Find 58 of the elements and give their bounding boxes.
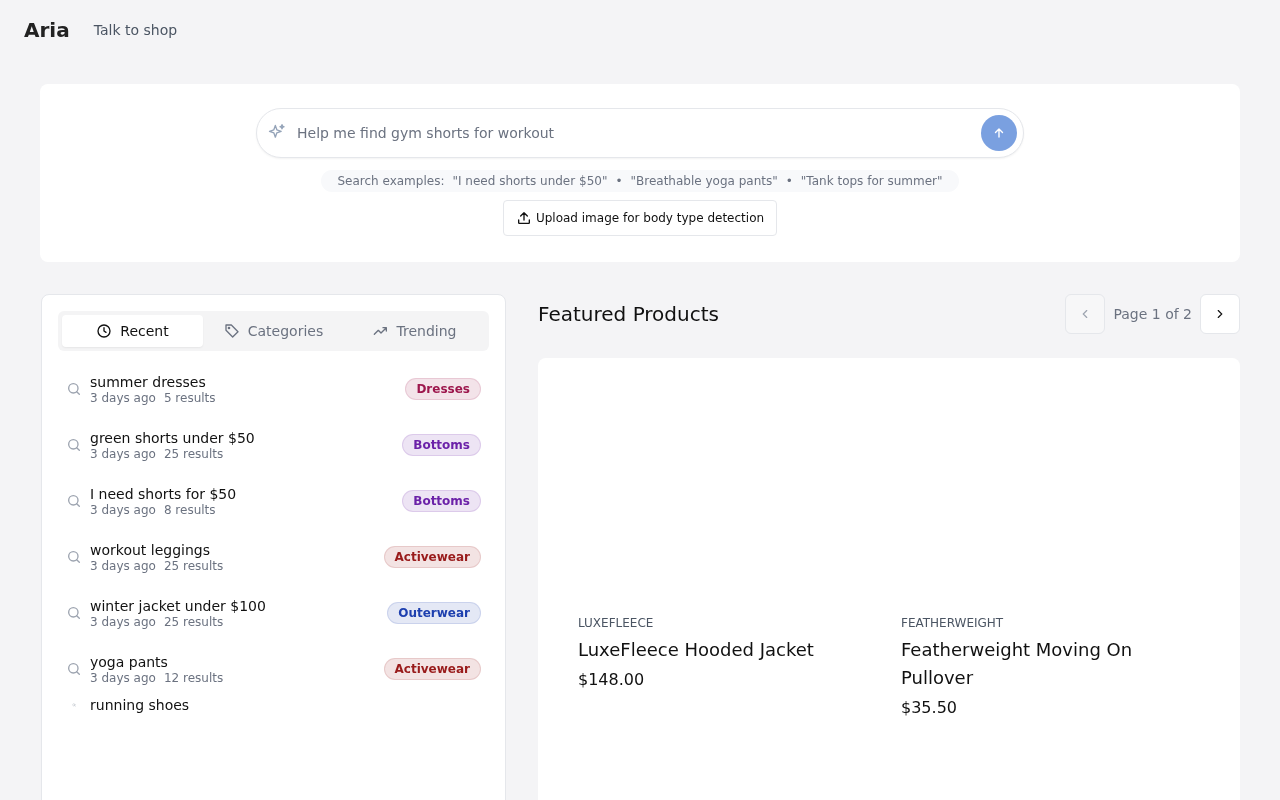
query-text: summer dresses (90, 373, 207, 390)
separator-dot: • (785, 174, 793, 188)
example-query[interactable]: "Tank tops for summer" (800, 174, 943, 188)
category-tag: Outerwear (387, 602, 481, 624)
tab[interactable]: Trending (344, 315, 485, 347)
upload-icon (515, 210, 532, 226)
arrow-up-icon (992, 126, 1006, 140)
logo[interactable]: Aria (24, 18, 70, 42)
recent-search-item[interactable]: I need shorts for $50 3 days ago 8 results Bottoms (66, 473, 481, 529)
recent-search-item[interactable]: winter jacket under $100 3 days ago 25 results Outerwear (66, 585, 481, 641)
recent-search-item[interactable]: green shorts under $50 3 days ago 25 results Bottoms (66, 417, 481, 473)
query-text: running shoes (90, 697, 191, 713)
product-brand: FEATHERWEIGHT (901, 616, 1005, 630)
query-text: workout leggings (90, 541, 211, 558)
tab[interactable]: Categories (203, 315, 344, 347)
product-price: $148.00 (578, 670, 646, 689)
time-text: 3 days ago (90, 614, 156, 629)
nav-link[interactable]: Talk to shop (93, 22, 178, 38)
tag-icon (223, 323, 240, 339)
query-text: winter jacket under $100 (90, 597, 267, 614)
example-query[interactable]: "Breathable yoga pants" (630, 174, 778, 188)
example-query[interactable]: "I need shorts under $50" (452, 174, 608, 188)
clock-icon (96, 323, 113, 339)
next-page-button[interactable] (1200, 294, 1240, 334)
recent-search-item[interactable]: running shoes (66, 697, 481, 721)
product-name[interactable]: LuxeFleece Hooded Jacket (578, 636, 877, 664)
upload-button[interactable]: Upload image for body type detection (502, 200, 778, 236)
results-count: 25 results (163, 614, 224, 629)
query-text: green shorts under $50 (90, 429, 256, 446)
time-text: 3 days ago (90, 558, 156, 573)
category-tag: Dresses (405, 378, 481, 400)
recent-search-item[interactable]: summer dresses 3 days ago 5 results Dresses (66, 361, 481, 417)
results-count: 25 results (163, 558, 224, 573)
page-indicator: Page 1 of 2 (1113, 306, 1192, 322)
product-brand: LUXEFLEECE (578, 616, 655, 630)
section-title: Featured Products (538, 302, 719, 326)
results-count: 25 results (163, 446, 224, 461)
time-text: 3 days ago (90, 670, 156, 685)
results-count: 8 results (163, 502, 216, 517)
recent-search-item[interactable]: workout leggings 3 days ago 25 results Activewear (66, 529, 481, 585)
query-text: I need shorts for $50 (90, 485, 238, 502)
recent-search-item[interactable]: yoga pants 3 days ago 12 results Activewear (66, 641, 481, 697)
category-tag: Activewear (383, 546, 481, 568)
time-text: 3 days ago (90, 446, 156, 461)
separator-dot: • (615, 174, 623, 188)
time-text: 3 days ago (90, 390, 156, 405)
search-input[interactable]: Help me find gym shorts for workout (256, 108, 1024, 158)
product-name[interactable]: Featherweight Moving On Pullover (901, 636, 1200, 692)
tab[interactable]: Recent (62, 315, 203, 347)
results-count: 12 results (163, 670, 224, 685)
product-price: $35.50 (901, 698, 958, 717)
time-text: 3 days ago (90, 502, 156, 517)
category-tag: Activewear (383, 658, 481, 680)
examples-label: Search examples: (337, 174, 445, 188)
results-count: 5 results (163, 390, 216, 405)
query-text: yoga pants (90, 653, 169, 670)
category-tag: Bottoms (402, 490, 481, 512)
category-tag: Bottoms (402, 434, 481, 456)
